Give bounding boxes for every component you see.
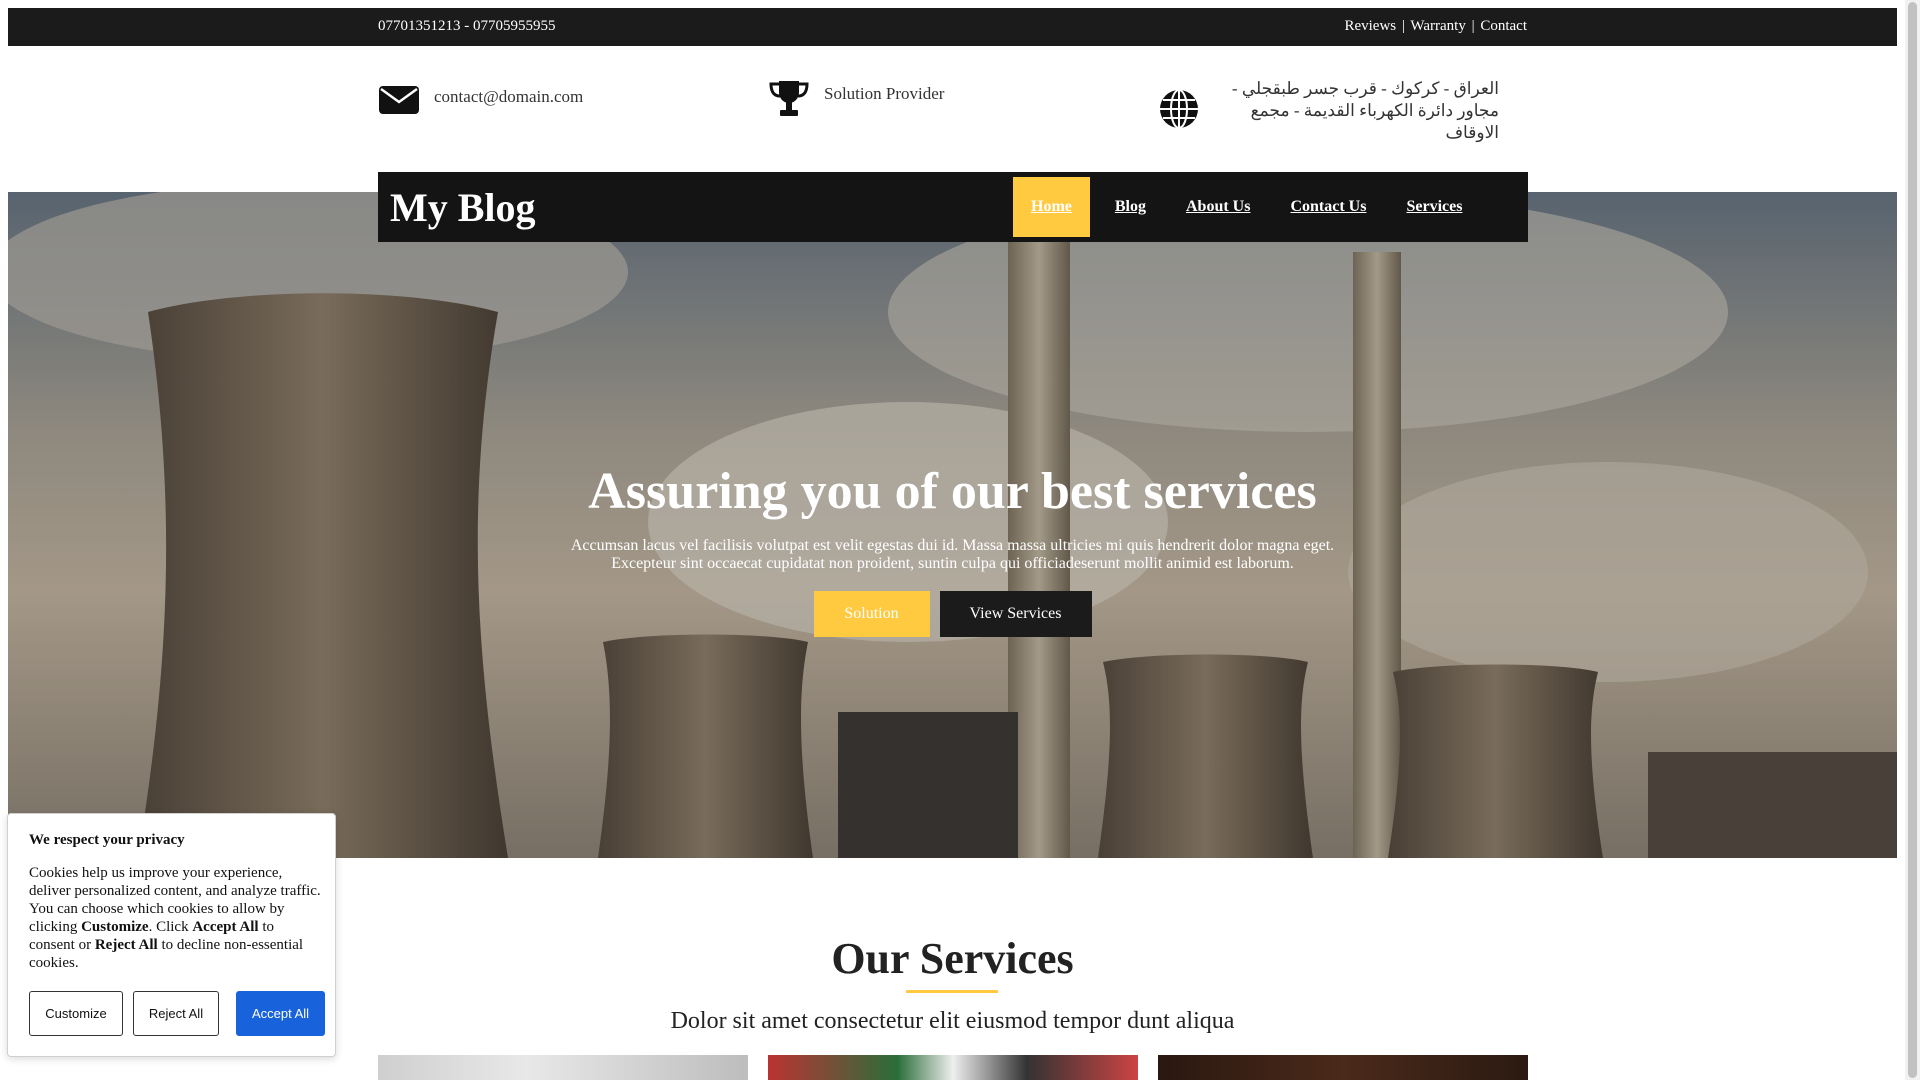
service-cards xyxy=(378,1055,1528,1080)
cookie-text-part: . Click xyxy=(148,919,193,935)
email-info: contact@domain.com xyxy=(378,79,583,121)
contact-link[interactable]: Contact xyxy=(1480,18,1527,34)
hero-description: Accumsan lacus vel facilisis volutpat es… xyxy=(8,537,1897,573)
cookie-reject-button[interactable]: Reject All xyxy=(133,991,219,1036)
hero-title: Assuring you of our best services xyxy=(588,463,1317,520)
address-info: العراق - كركوك - قرب جسر طبقجلي - مجاور … xyxy=(1158,78,1499,144)
reviews-link[interactable]: Reviews xyxy=(1344,18,1396,34)
tagline-text: Solution Provider xyxy=(824,84,945,103)
cookie-customize-button[interactable]: Customize xyxy=(29,991,123,1036)
main-navbar: My Blog Home Blog About Us Contact Us Se… xyxy=(378,172,1528,242)
top-links: Reviews | Warranty | Contact xyxy=(1344,18,1527,35)
nav-item-contact-us[interactable]: Contact Us xyxy=(1272,177,1384,237)
hero-buttons: Solution View Services xyxy=(8,591,1897,637)
hero-desc-line-2: Excepteur sint occaecat cupidatat non pr… xyxy=(611,555,1294,572)
trophy-icon xyxy=(769,81,809,116)
nav-item-about-us[interactable]: About Us xyxy=(1168,177,1268,237)
cookie-text-bold: Accept All xyxy=(192,919,259,935)
service-card-image[interactable] xyxy=(378,1055,748,1080)
service-card-image[interactable] xyxy=(768,1055,1138,1080)
link-separator: | xyxy=(1471,18,1475,34)
hero-desc-line-1: Accumsan lacus vel facilisis volutpat es… xyxy=(570,537,1335,554)
scrollbar-thumb[interactable] xyxy=(1908,2,1917,1078)
cookie-text-bold: Customize xyxy=(81,919,149,935)
hero-section: Assuring you of our best services Accums… xyxy=(8,192,1897,858)
cookie-text: Cookies help us improve your experience,… xyxy=(29,864,321,972)
top-bar: 07701351213 - 07705955955 Reviews | Warr… xyxy=(8,8,1897,46)
address-text: العراق - كركوك - قرب جسر طبقجلي - مجاور … xyxy=(1231,79,1499,142)
cookie-text-bold: Reject All xyxy=(94,937,158,953)
globe-icon xyxy=(1160,89,1198,129)
nav-item-home[interactable]: Home xyxy=(1013,177,1090,237)
site-brand[interactable]: My Blog xyxy=(390,184,536,231)
cookie-accept-button[interactable]: Accept All xyxy=(236,991,325,1036)
cookie-title: We respect your privacy xyxy=(29,832,185,848)
page-scrollbar[interactable] xyxy=(1905,0,1920,1080)
hero-content: Assuring you of our best services Accums… xyxy=(8,462,1897,637)
nav-menu: Home Blog About Us Contact Us Services xyxy=(1013,177,1480,237)
warranty-link[interactable]: Warranty xyxy=(1410,18,1465,34)
nav-item-blog[interactable]: Blog xyxy=(1097,177,1164,237)
services-underline xyxy=(906,990,998,993)
view-services-button[interactable]: View Services xyxy=(939,591,1092,637)
cookie-consent-banner: We respect your privacy Cookies help us … xyxy=(7,813,336,1057)
envelope-icon xyxy=(379,86,419,114)
tagline-info: Solution Provider xyxy=(768,78,944,120)
link-separator: | xyxy=(1401,18,1405,34)
service-card-image[interactable] xyxy=(1158,1055,1528,1080)
nav-item-services[interactable]: Services xyxy=(1388,177,1480,237)
email-text[interactable]: contact@domain.com xyxy=(434,87,583,107)
phone-numbers: 07701351213 - 07705955955 xyxy=(378,18,556,34)
solution-button[interactable]: Solution xyxy=(813,591,930,637)
